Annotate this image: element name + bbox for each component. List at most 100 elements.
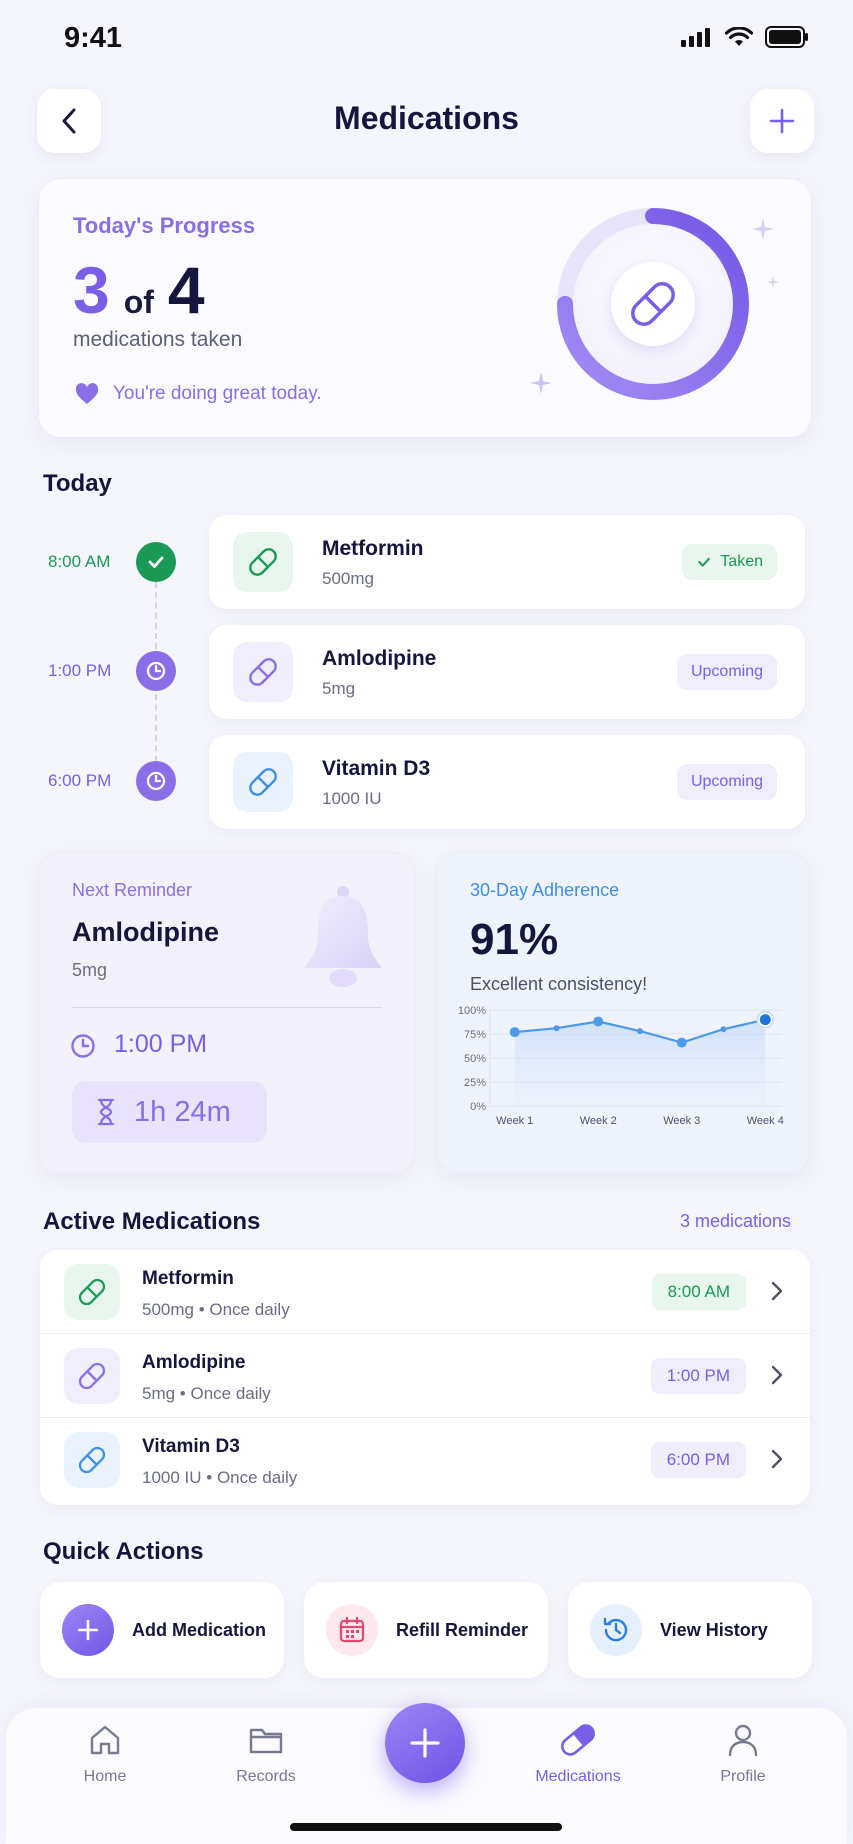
clock-icon	[146, 771, 166, 791]
list-item-amlodipine[interactable]: Amlodipine 5mg • Once daily 1:00 PM	[40, 1334, 810, 1417]
pill-icon	[78, 1446, 106, 1474]
pill-icon-box	[233, 752, 293, 812]
y-tick-label: 75%	[464, 1029, 486, 1041]
time-badge: 1:00 PM	[650, 1358, 746, 1394]
data-point	[637, 1028, 643, 1035]
quick-actions-title: Quick Actions	[43, 1538, 204, 1565]
nav-label: Profile	[720, 1768, 766, 1785]
sparkle-icon	[530, 372, 552, 394]
status-icons	[681, 26, 809, 48]
list-item-metformin[interactable]: Metformin 500mg • Once daily 8:00 AM	[40, 1250, 810, 1333]
countdown-badge: 1h 24m	[72, 1081, 267, 1143]
pill-icon	[249, 768, 277, 796]
today-item-metformin[interactable]: Metformin 500mg Taken	[209, 515, 805, 609]
med-name: Vitamin D3	[142, 1436, 240, 1457]
view-history-button[interactable]: View History	[568, 1582, 812, 1678]
data-point	[553, 1025, 560, 1032]
add-medication-button[interactable]: Add Medication	[40, 1582, 284, 1678]
data-point	[509, 1027, 520, 1038]
center-add-button[interactable]	[385, 1703, 465, 1783]
pill-icon-box	[233, 532, 293, 592]
med-name: Amlodipine	[322, 647, 437, 670]
bell-icon	[304, 886, 382, 987]
plus-icon	[410, 1728, 440, 1758]
nav-profile[interactable]: Profile	[683, 1722, 803, 1786]
progress-message-text: You're doing great today.	[113, 383, 322, 404]
calendar-icon	[339, 1616, 365, 1643]
med-details: 1000 IU • Once daily	[142, 1468, 298, 1487]
x-tick-label: Week 3	[663, 1115, 700, 1127]
sparkle-icon	[752, 218, 774, 240]
today-item-amlodipine[interactable]: Amlodipine 5mg Upcoming	[209, 625, 805, 719]
y-tick-label: 100%	[458, 1005, 486, 1017]
list-item-vitamin-d3[interactable]: Vitamin D3 1000 IU • Once daily 6:00 PM	[40, 1418, 810, 1501]
data-point	[759, 1014, 771, 1026]
y-tick-label: 50%	[464, 1053, 486, 1065]
status-badge: Upcoming	[676, 654, 777, 690]
pill-icon	[249, 548, 277, 576]
med-name: Metformin	[142, 1268, 234, 1289]
med-details: 5mg • Once daily	[142, 1384, 271, 1403]
upcoming-dot	[136, 651, 176, 691]
adherence-value: 91%	[470, 915, 559, 964]
status-text: Upcoming	[690, 773, 763, 790]
hourglass-icon	[97, 1098, 115, 1126]
adherence-label: 30-Day Adherence	[470, 880, 620, 900]
active-medications-list: Metformin 500mg • Once daily 8:00 AM Aml…	[40, 1250, 810, 1505]
clock-icon	[71, 1034, 95, 1058]
today-item-vitamin-d3[interactable]: Vitamin D3 1000 IU Upcoming	[209, 735, 805, 829]
nav-label: Records	[236, 1768, 296, 1785]
refill-reminder-button[interactable]: Refill Reminder	[304, 1582, 548, 1678]
pill-icon	[78, 1362, 106, 1390]
medications-count-link[interactable]: 3 medications	[680, 1211, 791, 1232]
wifi-icon	[725, 27, 753, 46]
progress-subtitle: medications taken	[73, 328, 243, 351]
divider	[72, 1007, 382, 1008]
adherence-chart: 100% 75% 50% 25% 0% Week 1 Week 2 Week 3 Week 4	[458, 1005, 784, 1127]
med-details: 500mg • Once daily	[142, 1300, 290, 1319]
upcoming-dot	[136, 761, 176, 801]
add-button[interactable]	[750, 89, 814, 153]
adherence-note: Excellent consistency!	[470, 974, 648, 994]
view-history-label: View History	[660, 1619, 768, 1640]
status-text: Upcoming	[690, 663, 763, 680]
history-circle-icon	[590, 1604, 642, 1656]
countdown-text: 1h 24m	[134, 1095, 231, 1128]
nav-label: Medications	[535, 1768, 621, 1785]
nav-records[interactable]: Records	[206, 1722, 326, 1786]
taken-dot	[136, 542, 176, 582]
person-icon	[728, 1724, 758, 1757]
pill-icon-box	[233, 642, 293, 702]
status-text: Taken	[720, 553, 763, 570]
chevron-right-icon	[771, 1449, 783, 1469]
x-tick-label: Week 2	[580, 1115, 617, 1127]
med-dose: 500mg	[322, 569, 374, 588]
progress-label: Today's Progress	[73, 213, 256, 238]
check-icon	[148, 556, 164, 568]
chevron-right-icon	[771, 1281, 783, 1301]
time-badge: 8:00 AM	[651, 1274, 746, 1310]
status-badge: Taken	[682, 544, 777, 580]
add-medication-label: Add Medication	[132, 1619, 266, 1640]
heart-icon	[75, 383, 99, 404]
data-point	[676, 1037, 687, 1048]
reminder-dose: 5mg	[72, 960, 108, 980]
active-medications-title: Active Medications	[43, 1208, 261, 1235]
nav-home[interactable]: Home	[45, 1722, 165, 1786]
nav-medications[interactable]: Medications	[518, 1722, 638, 1786]
sparkle-icon	[767, 276, 779, 288]
status-time: 9:41	[64, 22, 123, 54]
taken-count: 3	[73, 253, 110, 327]
progress-message: You're doing great today.	[75, 383, 322, 405]
clock-icon	[146, 661, 166, 681]
chevron-right-icon	[771, 1365, 783, 1385]
page-title: Medications	[334, 100, 519, 136]
pill-icon	[249, 658, 277, 686]
pill-icon-box	[64, 1264, 120, 1320]
pill-icon-box	[64, 1348, 120, 1404]
pill-icon-box	[64, 1432, 120, 1488]
calendar-circle-icon	[326, 1604, 378, 1656]
nav-label: Home	[83, 1768, 127, 1785]
of-word: of	[123, 284, 154, 320]
med-name: Vitamin D3	[322, 757, 431, 780]
